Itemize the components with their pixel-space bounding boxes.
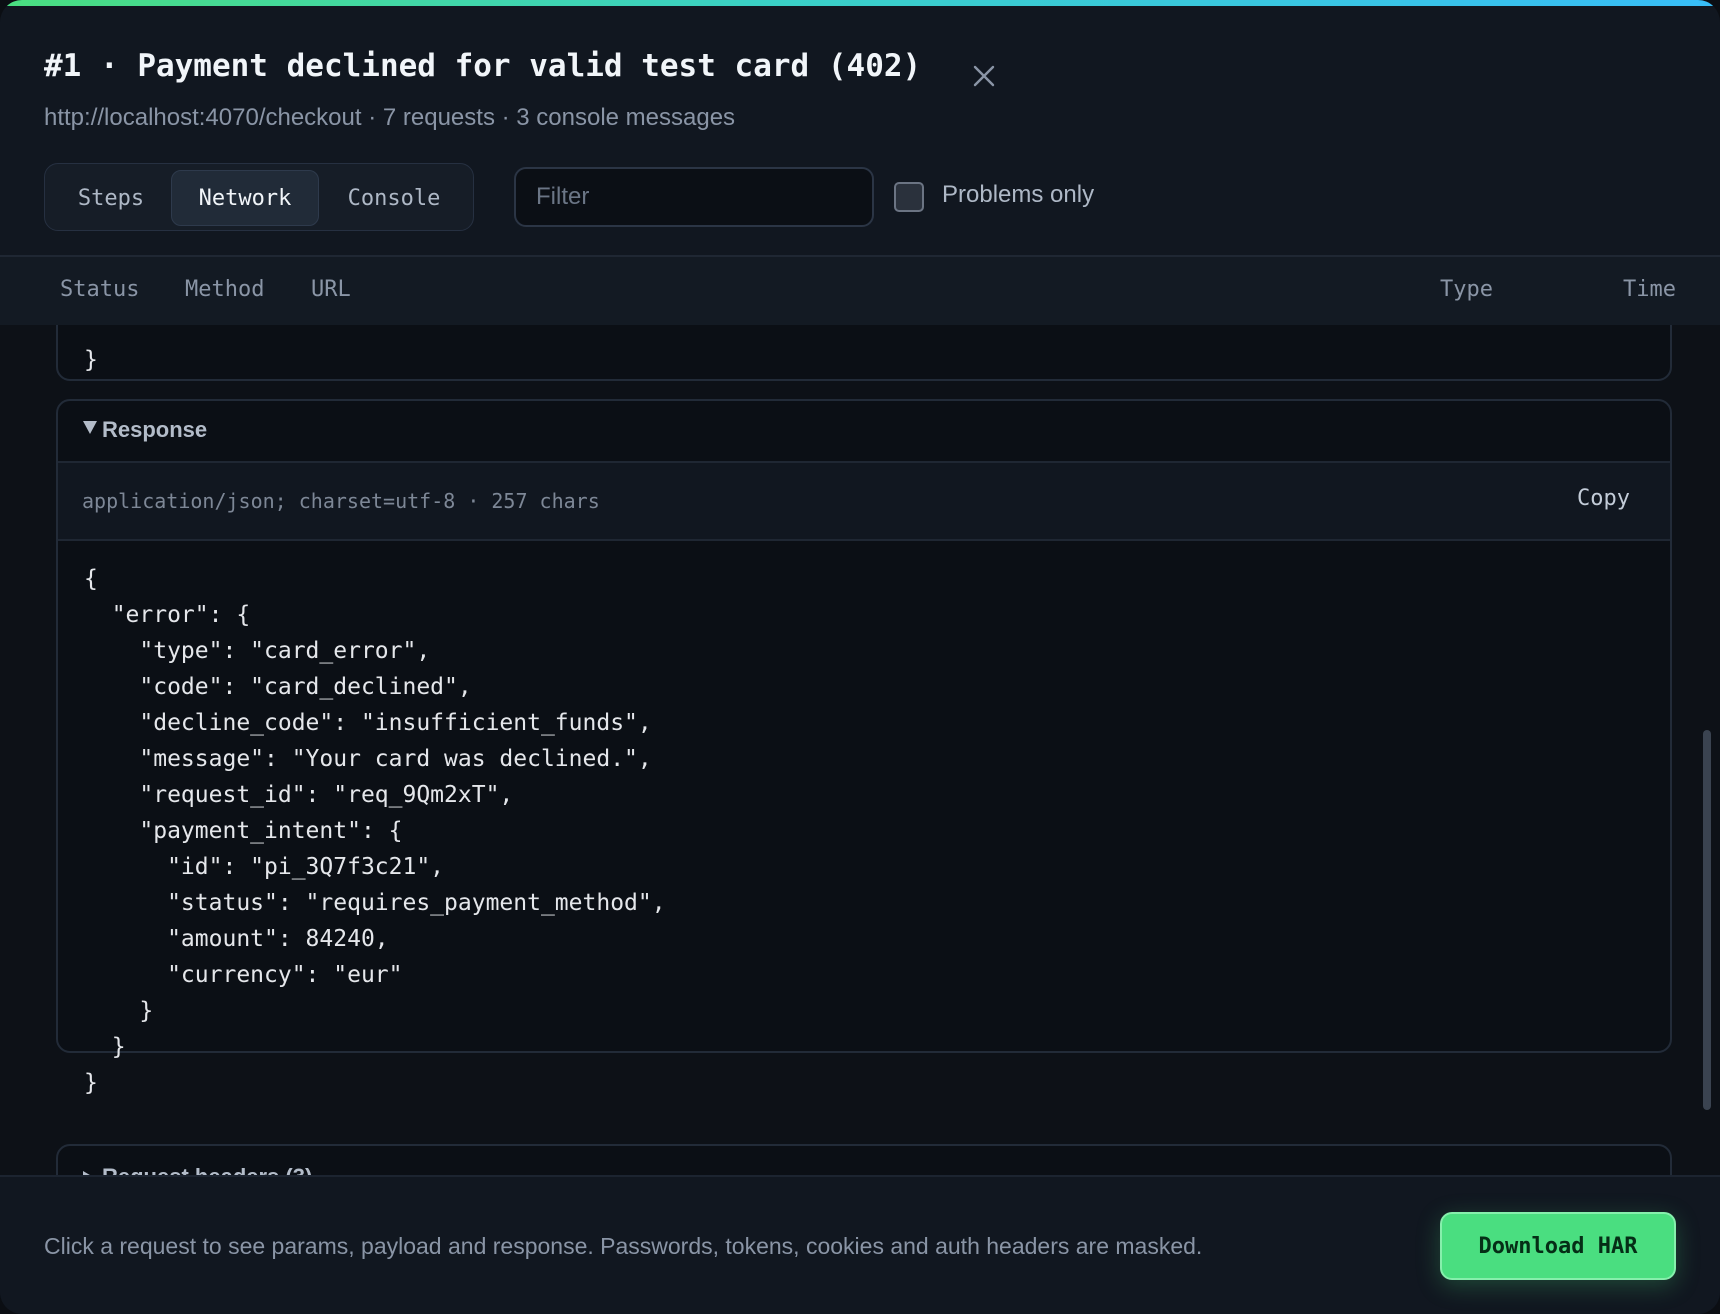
tab-network[interactable]: Network: [171, 170, 319, 226]
copy-button[interactable]: Copy: [1577, 486, 1630, 511]
triangle-down-icon: [83, 421, 97, 434]
download-har-button[interactable]: Download HAR: [1440, 1212, 1676, 1280]
response-label: Response: [102, 417, 208, 442]
accent-bar: [0, 0, 1720, 6]
page-title: #1 · Payment declined for valid test car…: [44, 48, 922, 84]
request-headers-section[interactable]: Request headers (3): [56, 1144, 1672, 1175]
page-subtitle: http://localhost:4070/checkout · 7 reque…: [44, 104, 736, 131]
close-icon: [973, 65, 995, 87]
column-url[interactable]: URL: [311, 277, 351, 302]
payload-closing-brace: }: [84, 347, 98, 373]
response-section-header[interactable]: Response: [58, 401, 1670, 463]
close-button[interactable]: [968, 60, 1000, 92]
request-detail-modal: #1 · Payment declined for valid test car…: [0, 0, 1720, 1314]
tab-steps[interactable]: Steps: [53, 170, 169, 226]
footer: Click a request to see params, payload a…: [0, 1175, 1720, 1314]
request-payload-panel: }: [56, 325, 1672, 381]
request-detail-scroll[interactable]: } Response application/json; charset=utf…: [0, 325, 1720, 1175]
response-panel: Response application/json; charset=utf-8…: [56, 399, 1672, 1096]
response-body: { "error": { "type": "card_error", "code…: [84, 566, 666, 1096]
filter-input[interactable]: [514, 167, 874, 227]
view-tabs: Steps Network Console: [44, 163, 474, 231]
problems-only-checkbox[interactable]: [894, 182, 924, 212]
response-content-type: application/json; charset=utf-8 · 257 ch…: [82, 489, 600, 513]
tab-console[interactable]: Console: [321, 170, 467, 226]
table-header: Status Method URL Type Time: [0, 257, 1720, 325]
footer-note: Click a request to see params, payload a…: [44, 1233, 1203, 1259]
column-method[interactable]: Method: [185, 277, 264, 302]
response-meta-bar: application/json; charset=utf-8 · 257 ch…: [58, 463, 1670, 541]
column-type[interactable]: Type: [1440, 277, 1493, 302]
column-status[interactable]: Status: [60, 277, 139, 302]
problems-only-label: Problems only: [942, 181, 1095, 208]
column-time[interactable]: Time: [1623, 277, 1676, 302]
request-headers-label: Request headers (3): [102, 1164, 312, 1175]
scrollbar-thumb[interactable]: [1703, 730, 1711, 1110]
